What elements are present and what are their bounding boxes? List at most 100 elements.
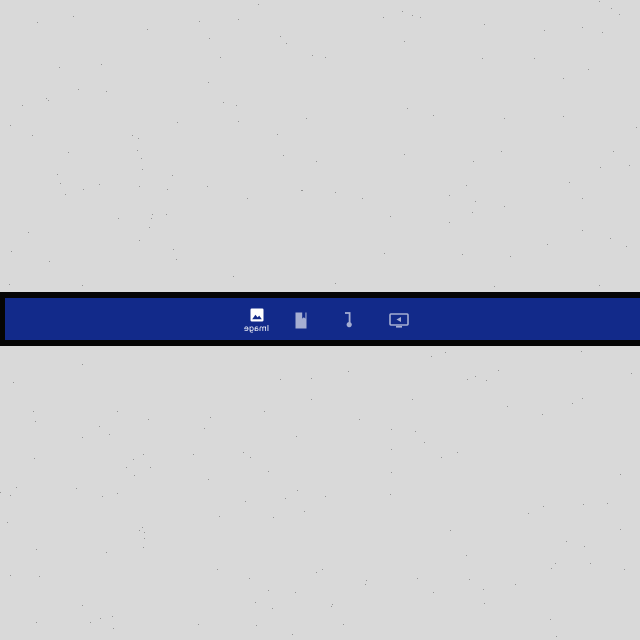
noise-speck xyxy=(482,58,483,59)
noise-speck xyxy=(255,602,256,603)
noise-speck xyxy=(484,603,485,604)
noise-speck xyxy=(82,605,83,606)
noise-speck xyxy=(563,78,564,79)
noise-speck xyxy=(101,64,102,65)
noise-speck xyxy=(36,549,37,550)
nav-item-tv[interactable] xyxy=(382,304,416,336)
nav-item-image[interactable]: Image xyxy=(237,304,277,336)
noise-speck xyxy=(172,175,173,176)
noise-speck xyxy=(424,442,425,443)
noise-speck xyxy=(59,67,60,68)
noise-speck xyxy=(412,399,413,400)
noise-speck xyxy=(280,379,281,380)
noise-speck xyxy=(0,492,1,493)
noise-speck xyxy=(10,125,11,126)
noise-speck xyxy=(285,498,286,499)
noise-speck xyxy=(33,411,34,412)
noise-speck xyxy=(311,378,312,379)
noise-speck xyxy=(582,230,583,231)
noise-speck xyxy=(457,452,458,453)
noise-speck xyxy=(316,572,317,573)
noise-speck xyxy=(118,218,119,219)
noise-speck xyxy=(34,458,35,459)
noise-speck xyxy=(484,24,485,25)
noise-speck xyxy=(273,517,274,518)
noise-speck xyxy=(624,569,625,570)
noise-speck xyxy=(515,584,516,585)
image-icon xyxy=(250,308,264,322)
nav-item-music[interactable] xyxy=(335,304,363,336)
noise-speck xyxy=(494,286,495,287)
noise-speck xyxy=(7,522,8,523)
noise-speck xyxy=(391,449,392,450)
noise-speck xyxy=(404,154,405,155)
noise-speck xyxy=(32,135,33,136)
noise-speck xyxy=(498,370,499,371)
noise-speck xyxy=(149,227,150,228)
noise-speck xyxy=(581,351,582,352)
noise-speck xyxy=(590,563,591,564)
noise-speck xyxy=(383,17,384,18)
noise-speck xyxy=(582,398,583,399)
noise-speck xyxy=(35,421,36,422)
noise-speck xyxy=(420,17,421,18)
noise-speck xyxy=(483,589,484,590)
noise-speck xyxy=(209,38,210,39)
noise-speck xyxy=(220,57,221,58)
noise-speck xyxy=(469,579,470,580)
noise-speck xyxy=(147,29,148,30)
noise-speck xyxy=(141,158,142,159)
noise-speck xyxy=(223,102,224,103)
noise-speck xyxy=(550,619,551,620)
noise-speck xyxy=(441,457,442,458)
noise-speck xyxy=(556,636,557,637)
noise-speck xyxy=(68,152,69,153)
noise-speck xyxy=(311,399,312,400)
noise-speck xyxy=(534,58,535,59)
noise-speck xyxy=(306,118,307,119)
noise-speck xyxy=(547,244,548,245)
noise-speck xyxy=(99,184,100,185)
noise-speck xyxy=(366,580,367,581)
noise-speck xyxy=(83,189,84,190)
noise-speck xyxy=(16,487,17,488)
noise-speck xyxy=(28,232,29,233)
noise-speck xyxy=(138,138,139,139)
noise-speck xyxy=(37,22,38,23)
noise-speck xyxy=(620,529,621,530)
noise-speck xyxy=(106,552,107,553)
noise-speck xyxy=(322,569,323,570)
noise-speck xyxy=(48,100,49,101)
noise-speck xyxy=(325,57,326,58)
noise-speck xyxy=(109,434,110,435)
noise-speck xyxy=(198,624,199,625)
noise-speck xyxy=(151,218,152,219)
noise-speck xyxy=(544,30,545,31)
bottom-navigation-bar: Image xyxy=(5,298,640,340)
noise-speck xyxy=(177,122,178,123)
noise-speck xyxy=(359,419,360,420)
noise-speck xyxy=(10,495,11,496)
noise-speck xyxy=(207,186,208,187)
noise-speck xyxy=(57,174,58,175)
noise-speck xyxy=(335,192,336,193)
noise-speck xyxy=(243,452,244,453)
noise-speck xyxy=(39,576,40,577)
noise-speck xyxy=(402,11,403,12)
noise-speck xyxy=(636,127,637,128)
noise-speck xyxy=(312,55,313,56)
noise-speck xyxy=(551,568,552,569)
noise-speck xyxy=(467,379,468,380)
bookmark-icon xyxy=(294,312,308,329)
noise-speck xyxy=(407,108,408,109)
noise-speck xyxy=(117,493,118,494)
noise-speck xyxy=(139,530,140,531)
noise-speck xyxy=(76,488,77,489)
noise-speck xyxy=(599,285,600,286)
noise-speck xyxy=(295,592,296,593)
nav-item-bookmark[interactable] xyxy=(285,304,317,336)
noise-speck xyxy=(296,436,297,437)
noise-speck xyxy=(445,352,446,353)
noise-speck xyxy=(415,431,416,432)
noise-speck xyxy=(391,429,392,430)
